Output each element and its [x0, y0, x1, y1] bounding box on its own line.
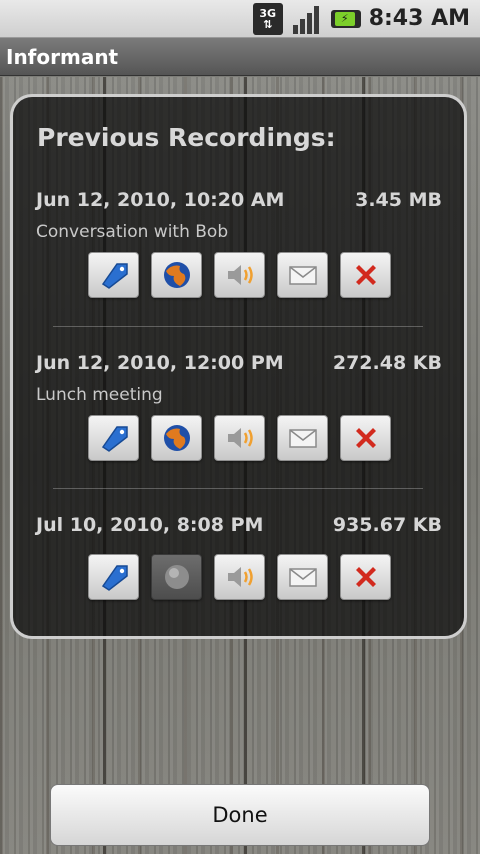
- recordings-panel: Previous Recordings: Jun 12, 2010, 10:20…: [10, 94, 467, 639]
- done-button[interactable]: Done: [50, 784, 430, 846]
- network-3g-icon: 3G ⇅: [252, 2, 283, 35]
- recording-actions: [88, 554, 403, 600]
- divider: [53, 488, 423, 489]
- delete-icon: [355, 567, 376, 587]
- status-bar: 3G ⇅ ⚡ 8:43 AM: [0, 0, 480, 38]
- delete-icon: [355, 428, 376, 448]
- app-title-bar: Informant: [0, 38, 480, 76]
- panel-title: Previous Recordings:: [37, 123, 336, 152]
- speaker-icon: [227, 567, 253, 587]
- globe-icon: [163, 425, 190, 451]
- delete-button[interactable]: [340, 554, 391, 600]
- recording-date: Jun 12, 2010, 12:00 PM: [36, 352, 284, 374]
- divider: [53, 326, 423, 327]
- envelope-icon: [288, 266, 317, 285]
- tag-button[interactable]: [88, 554, 139, 600]
- recording-description: Lunch meeting: [36, 385, 163, 405]
- recording-size: 935.67 KB: [332, 514, 442, 536]
- play-button[interactable]: [214, 252, 265, 298]
- envelope-icon: [288, 429, 317, 448]
- app-title: Informant: [6, 44, 119, 69]
- recording-actions: [88, 252, 403, 298]
- tag-button[interactable]: [88, 415, 139, 461]
- network-activity-label: ⇅: [263, 17, 273, 31]
- delete-button[interactable]: [340, 415, 391, 461]
- play-button[interactable]: [214, 415, 265, 461]
- done-button-label: Done: [212, 803, 268, 827]
- upload-web-button[interactable]: [151, 252, 202, 298]
- play-button[interactable]: [214, 554, 265, 600]
- status-clock: 8:43 AM: [368, 6, 470, 31]
- speaker-icon: [227, 428, 253, 448]
- upload-web-button-disabled: [151, 554, 202, 600]
- recording-description: Conversation with Bob: [36, 222, 229, 242]
- globe-icon: [163, 262, 190, 288]
- battery-charging-icon: ⚡: [330, 9, 361, 28]
- email-button[interactable]: [277, 554, 328, 600]
- globe-icon: [164, 565, 189, 589]
- envelope-icon: [288, 568, 317, 587]
- upload-web-button[interactable]: [151, 415, 202, 461]
- tag-icon: [101, 263, 128, 289]
- recording-size: 3.45 MB: [355, 189, 442, 211]
- delete-icon: [355, 265, 376, 285]
- recording-actions: [88, 415, 403, 461]
- tag-icon: [101, 565, 128, 591]
- recording-size: 272.48 KB: [332, 352, 442, 374]
- email-button[interactable]: [277, 252, 328, 298]
- recording-date: Jul 10, 2010, 8:08 PM: [36, 514, 264, 536]
- email-button[interactable]: [277, 415, 328, 461]
- tag-icon: [101, 426, 128, 452]
- delete-button[interactable]: [340, 252, 391, 298]
- network-type-label: 3G: [259, 6, 277, 20]
- recording-date: Jun 12, 2010, 10:20 AM: [36, 189, 285, 211]
- signal-strength-icon: [291, 4, 323, 34]
- speaker-icon: [227, 265, 253, 285]
- tag-button[interactable]: [88, 252, 139, 298]
